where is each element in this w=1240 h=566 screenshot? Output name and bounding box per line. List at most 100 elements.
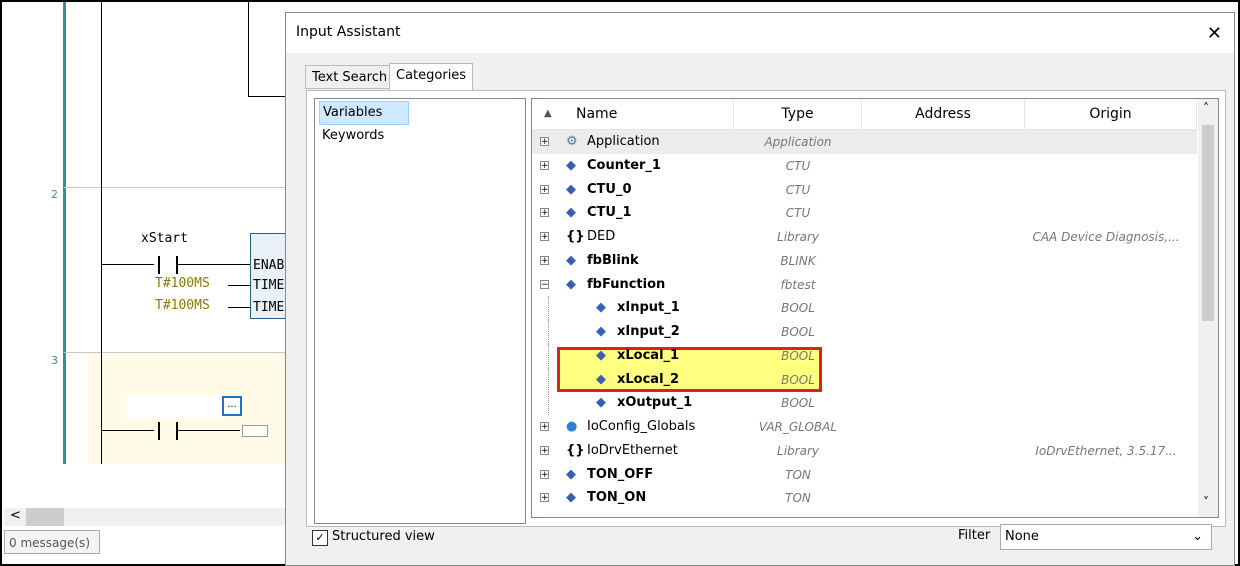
tree-row[interactable]: + ◆ TON_ON TON [532, 486, 1197, 510]
variable-name: xOutput_1 [617, 395, 693, 411]
wire [228, 285, 250, 286]
variable-origin: IoDrvEthernet, 3.5.17... [1035, 443, 1177, 458]
rung-number-3: 3 [51, 354, 58, 367]
variable-name: xInput_1 [617, 300, 680, 316]
input-assistant-dialog: Input Assistant ✕ Text Search Categories… [285, 12, 1235, 566]
tree-row[interactable]: + ● IoConfig_Globals VAR_GLOBAL [532, 415, 1197, 439]
category-keywords[interactable]: Keywords [319, 125, 387, 147]
wire [178, 430, 240, 431]
tree-connector [548, 391, 549, 416]
variable-name: Counter_1 [587, 157, 661, 173]
variable-name: Application [587, 134, 660, 149]
messages-status[interactable]: 0 message(s) [4, 530, 100, 554]
variable-type: BOOL [781, 325, 815, 339]
coil-placeholder[interactable] [242, 425, 268, 437]
variable-name: fbBlink [587, 252, 639, 268]
tree-row[interactable]: ◆ xLocal_2 BOOL [532, 367, 1197, 392]
diamond-icon: ◆ [566, 205, 576, 221]
expand-icon[interactable]: + [540, 469, 549, 479]
time-constant[interactable]: T#100MS [155, 298, 210, 313]
expand-icon[interactable]: + [540, 255, 549, 265]
tree-header: ▲ Name Type Address Origin [532, 99, 1197, 130]
horizontal-scrollbar[interactable]: < [4, 508, 292, 526]
tree-row[interactable]: + ◆ Counter_1 CTU [532, 154, 1197, 178]
expand-icon[interactable]: + [540, 160, 549, 170]
expand-icon[interactable]: + [540, 422, 549, 432]
variable-type: Application [764, 135, 832, 149]
variable-type: BOOL [781, 372, 815, 387]
variable-name: CTU_1 [587, 205, 632, 221]
column-type[interactable]: Type [734, 99, 862, 129]
tree-row[interactable]: − ◆ fbFunction fbtest [532, 273, 1197, 297]
time-constant[interactable]: T#100MS [155, 276, 210, 291]
local-var-icon: ◆ [596, 347, 606, 363]
tree-row[interactable]: + ◆ TON_OFF TON [532, 463, 1197, 487]
chevron-down-icon: ⌄ [1192, 529, 1203, 544]
expand-icon[interactable]: + [540, 445, 549, 455]
variable-type: BOOL [781, 396, 815, 411]
tree-row[interactable]: ◆ xLocal_1 BOOL [532, 343, 1197, 368]
scrollbar-thumb[interactable] [1202, 125, 1214, 321]
vertical-scrollbar[interactable]: ˄ ˅ [1198, 99, 1218, 517]
category-variables[interactable]: Variables [319, 101, 409, 125]
variable-type: fbtest [780, 277, 816, 292]
variable-name: IoConfig_Globals [587, 419, 696, 434]
expand-icon[interactable]: + [540, 137, 549, 147]
variable-type: CTU [785, 182, 811, 197]
tree-row[interactable]: ◆ xInput_1 BOOL [532, 296, 1197, 321]
variable-type: BOOL [781, 301, 815, 316]
rung-separator [64, 352, 292, 353]
column-name[interactable]: ▲ Name [532, 99, 734, 129]
wire [228, 307, 250, 308]
expand-icon[interactable]: + [540, 232, 549, 242]
scroll-down-icon[interactable]: ˅ [1203, 495, 1209, 509]
expand-icon[interactable]: + [540, 208, 549, 218]
variable-tree[interactable]: ▲ Name Type Address Origin + ⚙ Application… [531, 98, 1219, 518]
scroll-left-icon[interactable]: < [10, 508, 21, 523]
tab-text-search[interactable]: Text Search [305, 65, 395, 89]
dialog-titlebar: Input Assistant ✕ [286, 13, 1234, 53]
tree-row[interactable]: ◆ xOutput_1 BOOL [532, 391, 1197, 416]
variable-type: BOOL [781, 348, 815, 363]
wire [102, 264, 154, 265]
variable-name: TON_ON [587, 490, 647, 506]
tree-row[interactable]: + ⚙ Application Application [532, 130, 1197, 154]
expand-icon[interactable]: + [540, 493, 549, 503]
variable-origin: CAA Device Diagnosis,... [1032, 230, 1180, 244]
contact-name-input[interactable] [127, 395, 223, 419]
tree-row[interactable]: + {} DED Library CAA Device Diagnosis,... [532, 225, 1197, 249]
tree-connector [548, 343, 549, 368]
filter-dropdown[interactable]: None ⌄ [1000, 524, 1212, 550]
tree-row[interactable]: ◆ xInput_2 BOOL [532, 320, 1197, 344]
variable-name: xLocal_1 [617, 347, 680, 363]
output-var-icon: ◆ [596, 395, 606, 411]
close-icon[interactable]: ✕ [1207, 23, 1222, 44]
tab-categories[interactable]: Categories [389, 63, 474, 91]
contact-variable[interactable]: xStart [141, 231, 188, 246]
tree-row[interactable]: + {} IoDrvEthernet Library IoDrvEthernet, 3.… [532, 439, 1197, 463]
scroll-up-icon[interactable]: ˄ [1203, 101, 1209, 115]
column-origin[interactable]: Origin [1025, 99, 1197, 129]
fb-pin-time: TIME [253, 300, 285, 315]
category-list[interactable]: Variables Keywords [314, 98, 526, 524]
fb-pin-time: TIME [253, 278, 285, 293]
tree-row[interactable]: + ◆ CTU_0 CTU [532, 178, 1197, 202]
gear-icon: ⚙ [566, 134, 578, 149]
diamond-icon: ◆ [566, 181, 576, 197]
power-rail [101, 2, 102, 464]
tree-row[interactable]: + ◆ fbBlink BLINK [532, 249, 1197, 273]
rung-separator [64, 187, 292, 188]
variable-type: TON [785, 467, 811, 482]
scrollbar-thumb[interactable] [26, 508, 64, 526]
sort-ascending-icon: ▲ [544, 108, 552, 119]
expand-icon[interactable]: + [540, 184, 549, 194]
variable-name: xLocal_2 [617, 371, 680, 387]
ellipsis-button[interactable]: ... [222, 396, 242, 416]
collapse-icon[interactable]: − [540, 279, 549, 289]
column-address[interactable]: Address [862, 99, 1025, 129]
structured-view-checkbox[interactable]: ✓ [312, 530, 328, 546]
variable-name: fbFunction [587, 276, 666, 292]
diamond-icon: ◆ [566, 466, 576, 482]
tree-row[interactable]: + ◆ CTU_1 CTU [532, 201, 1197, 225]
variable-name: DED [587, 229, 616, 244]
